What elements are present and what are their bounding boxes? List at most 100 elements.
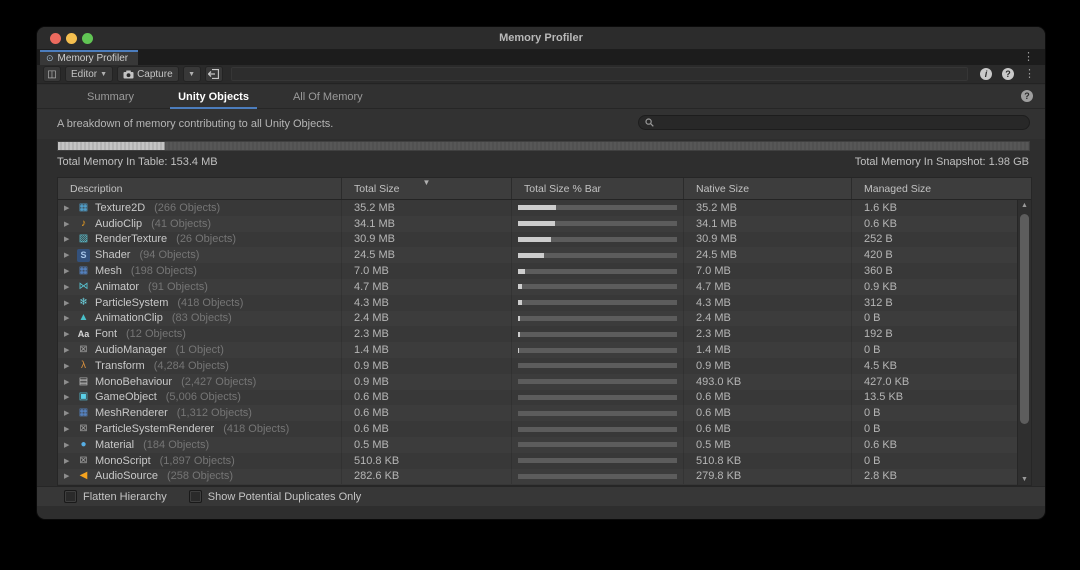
table-row[interactable]: ▶ Aa Font (12 Objects) 2.3 MB 2.3 MB 192 B <box>58 326 1031 343</box>
expand-arrow-icon[interactable]: ▶ <box>64 378 72 386</box>
total-size-cell: 24.5 MB <box>341 247 511 264</box>
table-row[interactable]: ▶ ♪ AudioClip (41 Objects) 34.1 MB 34.1 MB 0.6… <box>58 215 1031 232</box>
table-row[interactable]: ▶ ● Material (184 Objects) 0.5 MB 0.5 MB 0.6 K… <box>58 436 1031 453</box>
material-icon: ● <box>80 438 87 450</box>
table-row[interactable]: ▶ ▦ MeshRenderer (1,312 Objects) 0.6 MB 0.6 M… <box>58 405 1031 422</box>
total-size-cell: 34.1 MB <box>341 215 511 232</box>
expand-arrow-icon[interactable]: ▶ <box>64 393 72 401</box>
doc-tab-memory-profiler[interactable]: ⊙ Memory Profiler <box>40 50 139 65</box>
info-icon[interactable]: i <box>980 68 992 80</box>
expand-arrow-icon[interactable]: ▶ <box>64 409 72 417</box>
expand-arrow-icon[interactable]: ▶ <box>64 362 72 370</box>
toggle-sidebar-button[interactable]: ◫ <box>43 66 61 82</box>
total-size-cell: 510.8 KB <box>341 452 511 469</box>
audioclip-icon: ♪ <box>81 217 86 229</box>
toolbar-menu-icon[interactable]: ⋮ <box>1024 68 1035 80</box>
percent-bar-fill <box>518 284 523 290</box>
percent-bar-track <box>518 315 677 321</box>
expand-arrow-icon[interactable]: ▶ <box>64 283 72 291</box>
search-input[interactable] <box>638 115 1030 130</box>
total-size-value: 0.9 MB <box>354 375 389 388</box>
monobehaviour-icon: ▤ <box>78 375 89 387</box>
total-size-value: 4.7 MB <box>354 280 389 293</box>
object-type-label: Shader <box>95 249 131 262</box>
expand-arrow-icon[interactable]: ▶ <box>64 251 72 259</box>
total-size-value: 0.6 MB <box>354 407 389 420</box>
tab-unity-objects[interactable]: Unity Objects <box>156 85 271 109</box>
checkbox-show-potential-duplicates-only[interactable]: Show Potential Duplicates Only <box>188 490 361 503</box>
column-header-native-size[interactable]: Native Size <box>683 178 851 199</box>
animator-icon: ⋈ <box>78 280 89 292</box>
table-row[interactable]: ▶ S Shader (94 Objects) 24.5 MB 24.5 MB 420 B <box>58 247 1031 264</box>
managed-size-cell: 0.6 KB <box>851 215 1003 232</box>
table-row[interactable]: ▶ ▤ MonoBehaviour (2,427 Objects) 0.9 MB 493.… <box>58 373 1031 390</box>
expand-arrow-icon[interactable]: ▶ <box>64 314 72 322</box>
import-snapshot-button[interactable] <box>204 66 223 82</box>
table-row[interactable]: ▶ ⊠ ParticleSystemRenderer (418 Objects) 0.6… <box>58 421 1031 437</box>
table-row[interactable]: ▶ ▲ AnimationClip (83 Objects) 2.4 MB 2.4 MB 0… <box>58 310 1031 327</box>
column-header-managed-size[interactable]: Managed Size <box>851 178 1018 199</box>
table-row[interactable]: ▶ ▨ RenderTexture (26 Objects) 30.9 MB 30.9 M… <box>58 231 1031 248</box>
table-row[interactable]: ▶ ▦ Texture2D (266 Objects) 35.2 MB 35.2 MB 1.… <box>58 200 1031 216</box>
panel-toggle-icon: ◫ <box>47 68 57 80</box>
checkbox-box[interactable] <box>64 490 77 503</box>
object-count-label: (4,284 Objects) <box>153 359 229 372</box>
tab-summary[interactable]: Summary <box>65 85 156 109</box>
animationclip-icon: ▲ <box>78 312 89 324</box>
table-row[interactable]: ▶ ▣ GameObject (5,006 Objects) 0.6 MB 0.6 MB 1… <box>58 389 1031 406</box>
column-header-total-size[interactable]: ▼ Total Size <box>341 178 511 199</box>
expand-arrow-icon[interactable]: ▶ <box>64 472 72 480</box>
object-count-label: (184 Objects) <box>143 438 210 451</box>
table-row[interactable]: ▶ λ Transform (4,284 Objects) 0.9 MB 0.9 MB 4.… <box>58 357 1031 374</box>
table-row[interactable]: ▶ ❄ ParticleSystem (418 Objects) 4.3 MB 4.3 M… <box>58 294 1031 311</box>
expand-arrow-icon[interactable]: ▶ <box>64 235 72 243</box>
texture2d-icon: ▦ <box>78 201 89 213</box>
expand-arrow-icon[interactable]: ▶ <box>64 330 72 338</box>
total-size-percent-bar-cell <box>511 200 683 216</box>
window-menu-icon[interactable]: ⋮ <box>1023 52 1034 63</box>
object-type-label: MonoBehaviour <box>95 375 173 388</box>
table-row[interactable]: ▶ ▦ Mesh (198 Objects) 7.0 MB 7.0 MB 360 B <box>58 263 1031 279</box>
toolbar: ◫ Editor ▼ Capture ▼ i ? ⋮ <box>37 65 1045 84</box>
native-size-value: 0.5 MB <box>696 438 731 451</box>
expand-arrow-icon[interactable]: ▶ <box>64 220 72 228</box>
expand-arrow-icon[interactable]: ▶ <box>64 425 72 433</box>
total-size-value: 0.6 MB <box>354 423 389 436</box>
expand-arrow-icon[interactable]: ▶ <box>64 441 72 449</box>
capture-options-dropdown[interactable]: ▼ <box>182 66 201 82</box>
expand-arrow-icon[interactable]: ▶ <box>64 299 72 307</box>
native-size-cell: 2.3 MB <box>683 326 851 343</box>
object-count-label: (83 Objects) <box>171 312 232 325</box>
table-row[interactable]: ▶ ⊠ AudioManager (1 Object) 1.4 MB 1.4 MB 0 B <box>58 342 1031 358</box>
native-size-value: 7.0 MB <box>696 265 731 278</box>
scroll-up-icon[interactable]: ▲ <box>1018 202 1031 209</box>
vertical-scrollbar[interactable]: ▲ ▼ <box>1017 200 1031 485</box>
total-size-percent-bar-cell <box>511 342 683 358</box>
tab-help-icon[interactable]: ? <box>1021 90 1033 102</box>
expand-arrow-icon[interactable]: ▶ <box>64 204 72 212</box>
checkbox-box[interactable] <box>188 490 202 503</box>
native-size-value: 4.3 MB <box>696 296 731 309</box>
table-row[interactable]: ▶ ⋈ Animator (91 Objects) 4.7 MB 4.7 MB 0.9 KB <box>58 278 1031 295</box>
table-row[interactable]: ▶ ⊠ MonoScript (1,897 Objects) 510.8 KB 510.8… <box>58 452 1031 469</box>
managed-size-cell: 252 B <box>851 231 1003 248</box>
checkbox-flatten-hierarchy[interactable]: Flatten Hierarchy <box>64 490 167 503</box>
percent-bar-fill <box>518 236 552 242</box>
scroll-down-icon[interactable]: ▼ <box>1018 476 1031 483</box>
expand-arrow-icon[interactable]: ▶ <box>64 346 72 354</box>
tab-all-of-memory[interactable]: All Of Memory <box>271 85 385 109</box>
capture-button[interactable]: Capture <box>117 66 179 82</box>
total-size-percent-bar-cell <box>511 310 683 327</box>
native-size-cell: 510.8 KB <box>683 452 851 469</box>
column-header-description[interactable]: Description <box>58 178 341 199</box>
object-count-label: (94 Objects) <box>139 249 200 262</box>
scrollbar-thumb[interactable] <box>1020 214 1029 424</box>
column-header-total-size-bar[interactable]: Total Size % Bar <box>511 178 683 199</box>
expand-arrow-icon[interactable]: ▶ <box>64 267 72 275</box>
expand-arrow-icon[interactable]: ▶ <box>64 457 72 465</box>
editor-dropdown[interactable]: Editor ▼ <box>65 66 114 82</box>
help-icon[interactable]: ? <box>1002 68 1014 80</box>
percent-bar-fill <box>518 221 555 227</box>
managed-size-cell: 0 B <box>851 405 1003 422</box>
table-row[interactable]: ▶ ◀ AudioSource (258 Objects) 282.6 KB 279.8 … <box>58 468 1031 485</box>
